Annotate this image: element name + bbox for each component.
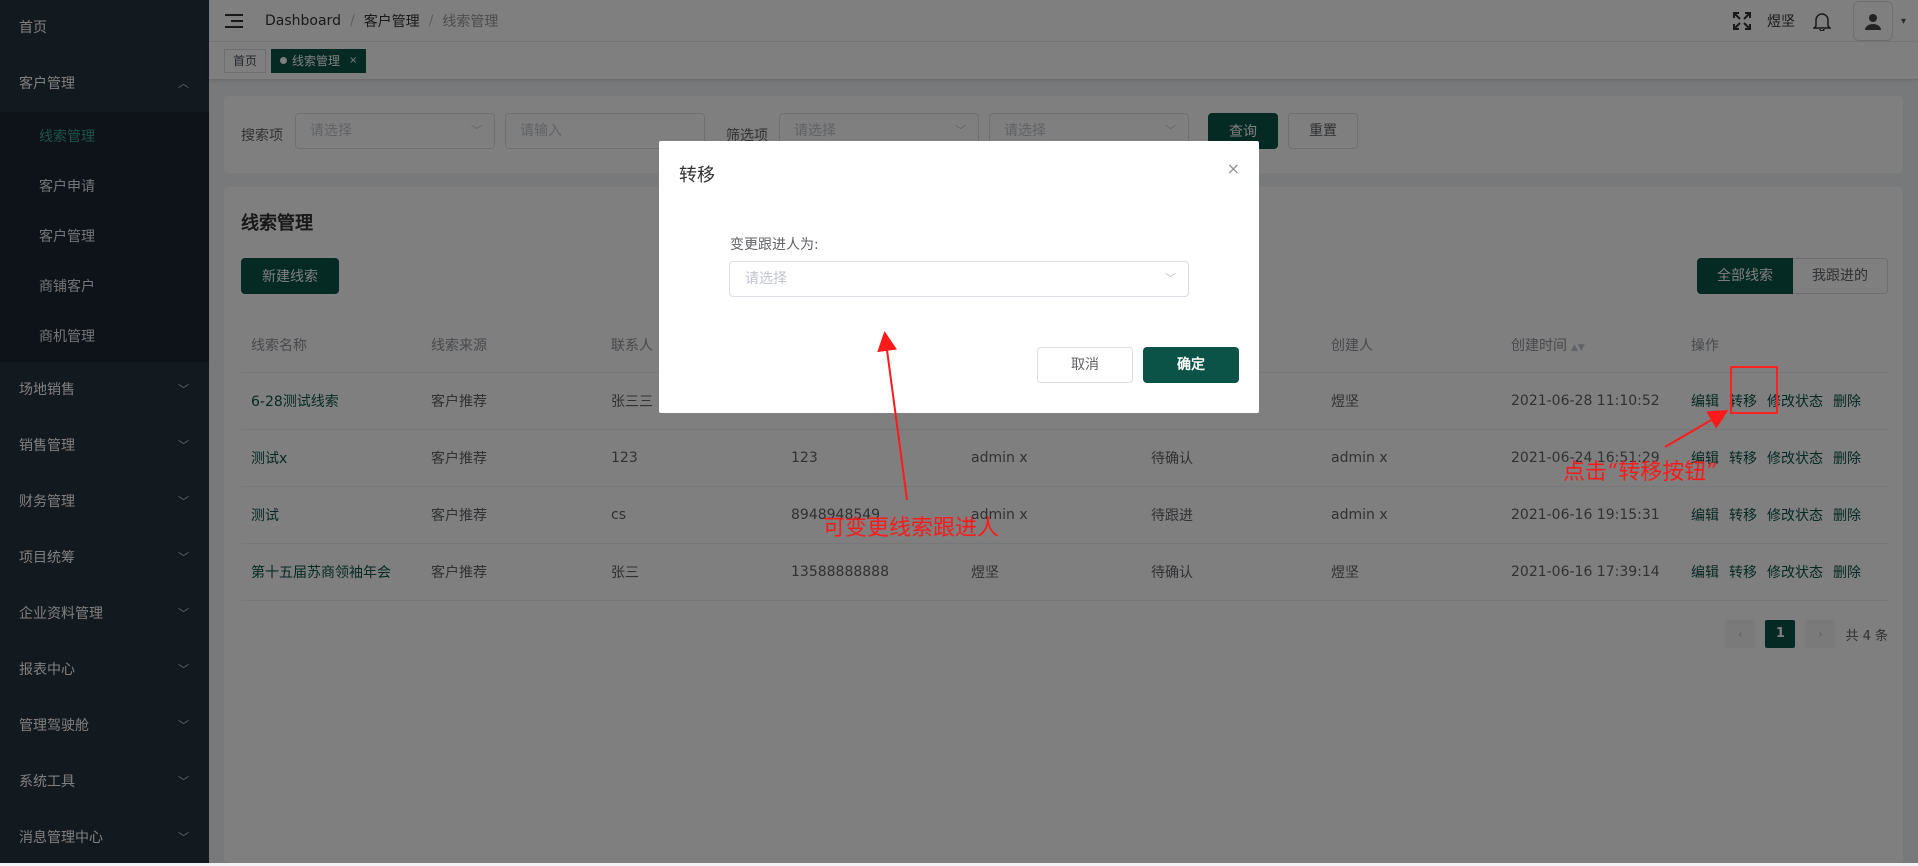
- annotation-text: 可变更线索跟进人: [823, 516, 1000, 541]
- close-icon[interactable]: ×: [1227, 159, 1240, 178]
- chevron-down-icon: ﹀: [1165, 272, 1176, 285]
- follower-label: 变更跟进人为:: [730, 237, 819, 253]
- confirm-button[interactable]: 确定: [1143, 347, 1239, 383]
- modal-backdrop[interactable]: [0, 0, 1918, 863]
- transfer-dialog: 转移 × 变更跟进人为: 请选择 ﹀ 取消 确定: [659, 141, 1259, 413]
- follower-select[interactable]: 请选择 ﹀: [729, 261, 1189, 297]
- dialog-title: 转移: [679, 165, 715, 186]
- cancel-button[interactable]: 取消: [1037, 347, 1133, 383]
- annotation-text: 点击“转移按钮”: [1563, 460, 1718, 485]
- select-placeholder: 请选择: [745, 271, 787, 287]
- highlight-box: [1730, 366, 1778, 414]
